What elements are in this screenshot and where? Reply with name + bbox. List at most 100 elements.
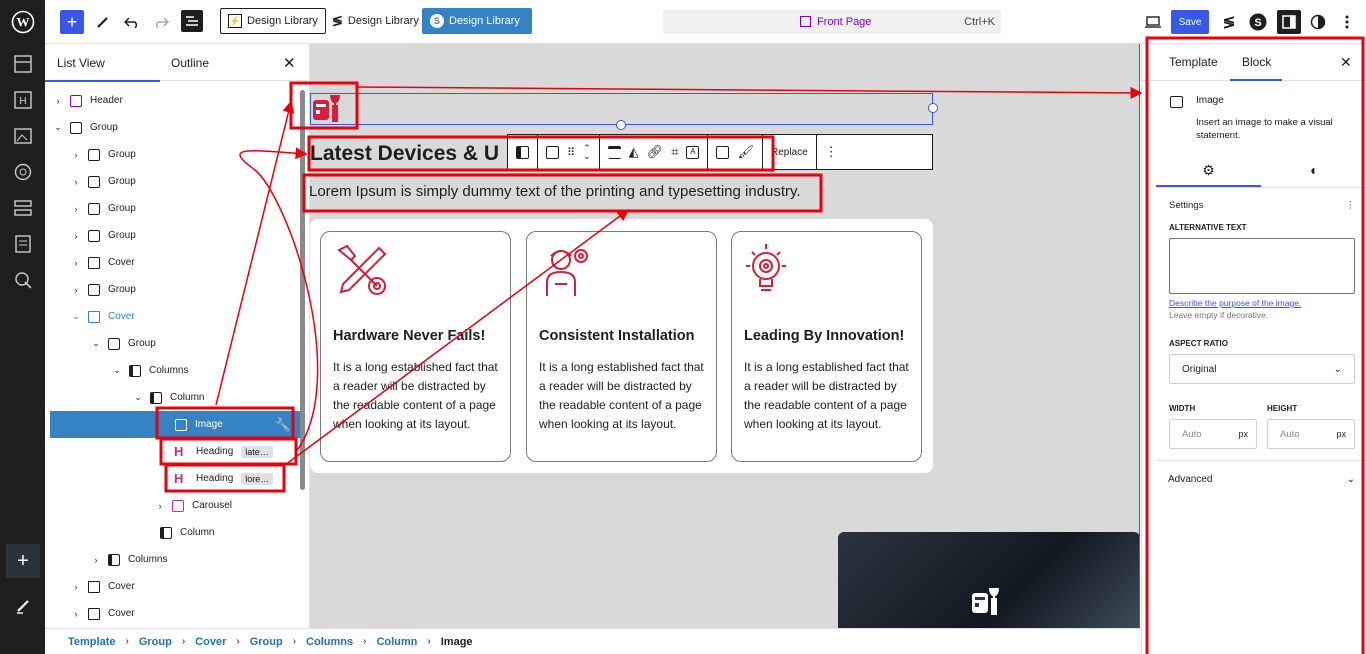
document-overview-button[interactable] — [181, 10, 203, 32]
styles-icon[interactable] — [12, 161, 34, 183]
spectra-settings-icon[interactable]: S — [1246, 10, 1270, 34]
advanced-panel-toggle[interactable]: Advanced ⌄ — [1156, 460, 1366, 498]
list-item-group[interactable]: › Group — [45, 276, 300, 303]
list-view-scrollbar[interactable] — [300, 90, 305, 490]
duotone-icon[interactable]: ◭ — [629, 144, 639, 160]
styles-tab-contrast-icon[interactable]: ◐ — [1262, 162, 1366, 178]
width-input[interactable]: Auto px — [1169, 419, 1257, 449]
list-item-heading[interactable]: H Heading late… — [45, 438, 300, 465]
design-library-button-2[interactable]: ≶ Design Library — [325, 8, 426, 34]
caption-icon[interactable] — [716, 145, 730, 159]
list-item-carousel[interactable]: › Carousel — [45, 492, 300, 519]
list-item-cover[interactable]: › Cover — [45, 249, 300, 276]
heading-block-icon[interactable]: H — [12, 89, 34, 111]
link-icon[interactable]: 🔗︎ — [647, 144, 664, 160]
chevron-down-icon[interactable]: ⌄ — [53, 122, 63, 133]
list-item-header[interactable]: › Header — [45, 87, 300, 114]
settings-tab-gear-icon[interactable]: ⚙ — [1156, 162, 1261, 187]
breadcrumb-item[interactable]: Group — [139, 636, 172, 648]
chevron-down-icon[interactable]: ⌄ — [91, 338, 101, 349]
click-target-icon[interactable] — [12, 269, 34, 291]
text-overlay-icon[interactable]: A — [686, 145, 700, 159]
stackable-settings-icon[interactable]: ≶ — [1217, 10, 1241, 34]
list-item-cover[interactable]: › Cover — [45, 600, 300, 627]
breadcrumb-item[interactable]: Group — [250, 636, 283, 648]
chevron-right-icon[interactable]: › — [53, 96, 63, 106]
list-item-heading[interactable]: H Heading lore… — [45, 465, 300, 492]
align-icon[interactable] — [607, 145, 621, 159]
list-item-group[interactable]: ⌄ Group — [45, 114, 300, 141]
breadcrumb-item[interactable]: Columns — [306, 636, 353, 648]
tab-template[interactable]: Template — [1169, 55, 1218, 69]
more-vertical-icon[interactable]: ⋮ — [1346, 200, 1356, 211]
crop-icon[interactable]: ⌗ — [671, 144, 678, 160]
wordpress-logo-icon[interactable]: W — [0, 0, 45, 44]
block-options-button[interactable]: ⋮ — [815, 135, 846, 169]
height-input[interactable]: Auto px — [1267, 419, 1355, 449]
feature-card[interactable]: Hardware Never Fails! It is a long estab… — [320, 231, 511, 462]
alt-text-field[interactable] — [1169, 238, 1355, 294]
tools-pencil-icon[interactable] — [90, 10, 114, 34]
brush-icon[interactable]: 🖌︎ — [737, 144, 754, 160]
list-item-group[interactable]: › Group — [45, 168, 300, 195]
block-parent-selector[interactable] — [508, 135, 538, 169]
layout-icon[interactable] — [12, 53, 34, 75]
drag-handle-icon[interactable]: ⠿ — [567, 146, 575, 159]
list-item-columns[interactable]: › Columns — [45, 546, 300, 573]
styles-toggle-icon[interactable] — [1306, 10, 1330, 34]
undo-icon[interactable] — [120, 10, 144, 34]
feature-card[interactable]: Leading By Innovation! It is a long esta… — [731, 231, 922, 462]
list-item-image-selected[interactable]: Image 🔧 — [50, 411, 300, 438]
redo-icon[interactable] — [149, 10, 173, 34]
chevron-right-icon[interactable]: › — [71, 177, 81, 187]
breadcrumb-item[interactable]: Template — [68, 636, 115, 648]
image-block-selected[interactable] — [310, 93, 938, 130]
breadcrumb-item[interactable]: Column — [376, 636, 417, 648]
resize-handle-bottom[interactable] — [616, 120, 626, 130]
settings-sidebar-toggle[interactable] — [1277, 10, 1301, 34]
tab-list-view[interactable]: List View — [45, 56, 160, 82]
more-options-icon[interactable] — [1335, 10, 1359, 34]
chevron-right-icon[interactable]: › — [71, 582, 81, 592]
list-item-cover[interactable]: › Cover — [45, 573, 300, 600]
chevron-down-icon[interactable]: ⌄ — [112, 365, 122, 376]
add-new-icon[interactable]: + — [6, 544, 40, 578]
design-library-button-1[interactable]: ⚡ Design Library — [220, 8, 326, 34]
list-item-column[interactable]: ⌄ Column — [45, 384, 300, 411]
list-item-cover[interactable]: ⌄ Cover — [45, 303, 300, 330]
block-inserter-button[interactable]: + — [60, 10, 84, 34]
close-icon[interactable]: ✕ — [1340, 54, 1352, 71]
pencil-icon[interactable] — [12, 595, 34, 617]
chevron-right-icon[interactable]: › — [71, 285, 81, 295]
section-heading[interactable]: Latest Devices & U — [310, 142, 499, 166]
aspect-ratio-select[interactable]: Original ⌄ — [1169, 354, 1355, 384]
tab-outline[interactable]: Outline — [171, 56, 209, 70]
chevron-right-icon[interactable]: › — [71, 609, 81, 619]
section-subheading[interactable]: Lorem Ipsum is simply dummy text of the … — [310, 183, 801, 200]
list-item-columns[interactable]: ⌄ Columns — [45, 357, 300, 384]
patterns-icon[interactable] — [12, 197, 34, 219]
chevron-down-icon[interactable]: ⌄ — [71, 311, 81, 322]
chevron-right-icon[interactable]: › — [91, 555, 101, 565]
design-library-button-3[interactable]: S Design Library — [422, 8, 532, 34]
pages-icon[interactable] — [12, 233, 34, 255]
chevron-right-icon[interactable]: › — [71, 231, 81, 241]
chevron-right-icon[interactable]: › — [71, 204, 81, 214]
feature-card[interactable]: Consistent Installation It is a long est… — [526, 231, 717, 462]
chevron-right-icon[interactable]: › — [155, 501, 165, 511]
preview-device-icon[interactable] — [1141, 10, 1165, 34]
tab-block[interactable]: Block — [1229, 55, 1283, 81]
media-icon[interactable] — [12, 125, 34, 147]
breadcrumb-item[interactable]: Cover — [195, 636, 226, 648]
chevron-right-icon[interactable]: › — [71, 150, 81, 160]
list-item-group[interactable]: › Group — [45, 222, 300, 249]
chevron-right-icon[interactable]: › — [71, 258, 81, 268]
list-item-group[interactable]: › Group — [45, 195, 300, 222]
command-palette-button[interactable]: Front Page Ctrl+K — [663, 10, 1001, 34]
save-button[interactable]: Save — [1171, 10, 1209, 34]
list-item-group[interactable]: ⌄ Group — [45, 330, 300, 357]
close-icon[interactable]: ✕ — [283, 54, 296, 72]
chevron-down-icon[interactable]: ⌄ — [133, 392, 143, 403]
move-up-down-icon[interactable]: ⌃ ⌄ — [583, 144, 591, 161]
list-item-group[interactable]: › Group — [45, 141, 300, 168]
